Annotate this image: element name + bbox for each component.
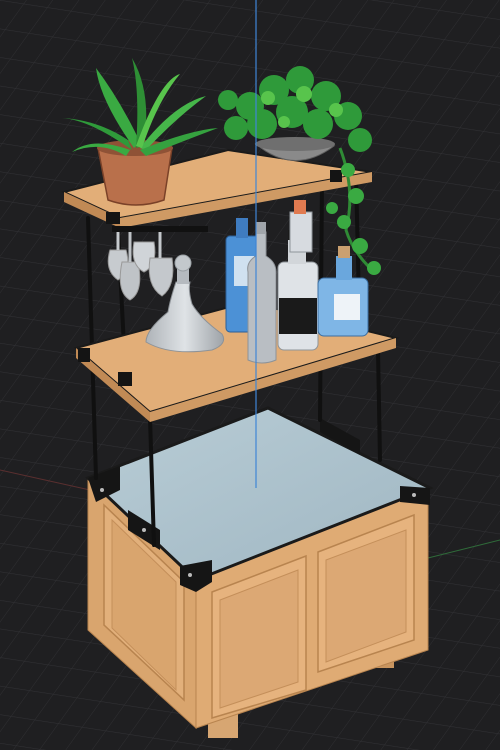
shelf-bracket [118,372,132,386]
shelf-bracket [78,348,90,362]
viewport-scene[interactable] [0,0,500,750]
plant-pot [97,147,173,206]
glass-rack [112,226,208,232]
bottle-label [334,294,360,320]
bottle-neck [236,218,248,238]
shelf-bracket [330,170,342,182]
plant-bowl-rim [255,137,335,151]
bottle-label [279,298,317,334]
bottle-neck [336,256,352,280]
decanter-stopper [174,254,192,272]
bolt [142,528,146,532]
bolt [412,493,416,497]
frame-rod [376,348,382,462]
3d-viewport[interactable] [0,0,500,750]
bottle-cap [256,222,266,234]
bolt [188,573,192,577]
bottle-cork [338,246,350,258]
bottle-body [289,211,313,253]
bolt [100,488,104,492]
bottle-cap [294,200,306,214]
shelf-bracket [106,212,120,224]
